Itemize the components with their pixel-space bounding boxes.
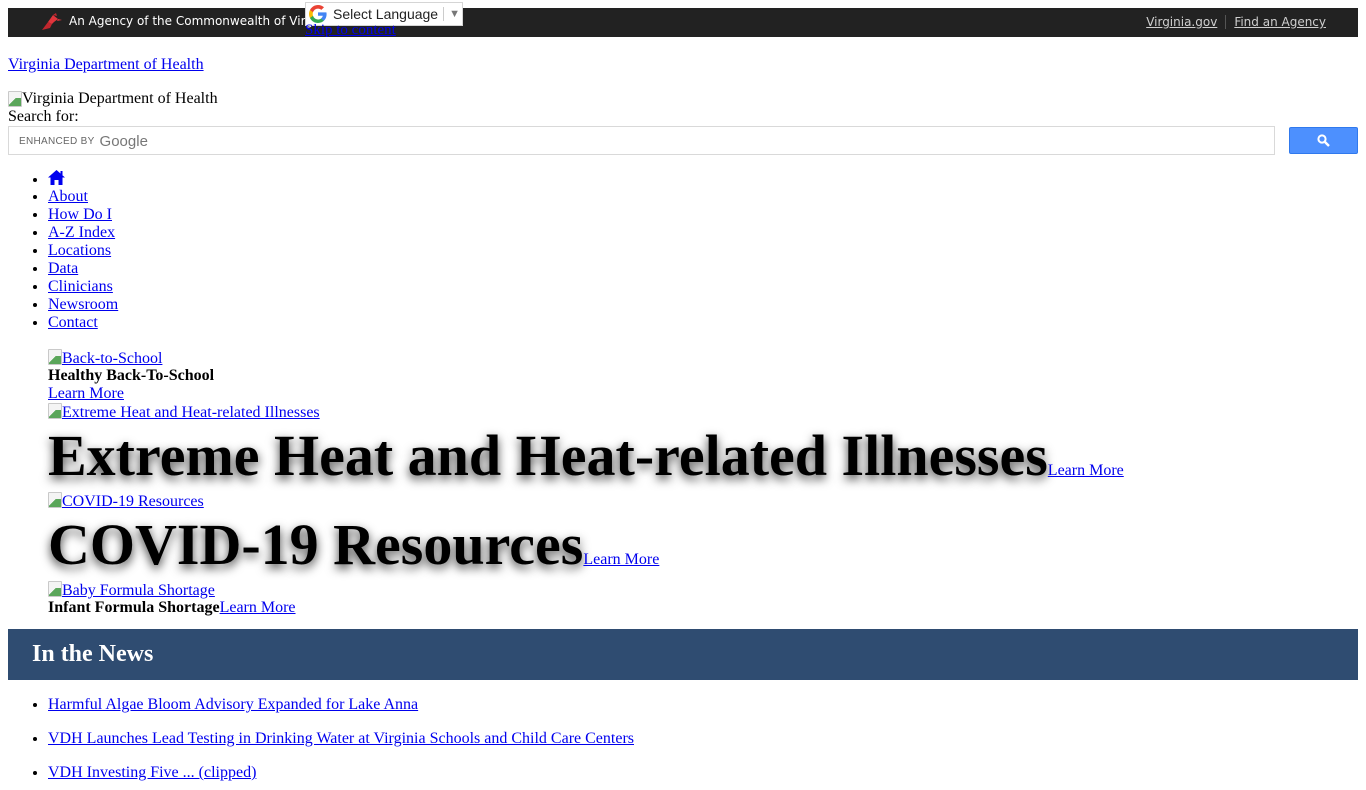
slide-image-link[interactable]: Baby Formula Shortage	[48, 581, 1348, 599]
nav-item-how-do-i: How Do I	[48, 206, 118, 224]
feature-carousel: Back-to-School Healthy Back-To-School Le…	[48, 349, 1348, 617]
google-wordmark: Google	[99, 133, 148, 150]
nav-item-data: Data	[48, 260, 118, 278]
nav-item-contact: Contact	[48, 314, 118, 332]
find-agency-link[interactable]: Find an Agency	[1234, 15, 1326, 29]
news-heading: In the News	[32, 641, 154, 667]
nav-link-locations[interactable]: Locations	[48, 242, 111, 259]
agency-links: Virginia.gov Find an Agency	[1146, 15, 1326, 29]
search-icon	[1317, 134, 1330, 147]
slide-title: Extreme Heat and Heat-related Illnesses	[48, 423, 1048, 488]
nav-item-locations: Locations	[48, 242, 118, 260]
nav-link-a-z-index[interactable]: A-Z Index	[48, 224, 115, 241]
nav-link-how-do-i[interactable]: How Do I	[48, 206, 112, 223]
slide-title: Infant Formula Shortage	[48, 599, 220, 616]
agency-bar: An Agency of the Commonwealth of Virgini…	[8, 8, 1358, 37]
slide-image-alt: COVID-19 Resources	[62, 493, 204, 510]
news-list: Harmful Algae Bloom Advisory Expanded fo…	[8, 688, 634, 790]
nav-link-contact[interactable]: Contact	[48, 314, 98, 331]
slide-image-alt: Baby Formula Shortage	[62, 582, 215, 599]
slide-title: COVID-19 Resources	[48, 512, 584, 577]
logo-alt-text: Virginia Department of Health	[22, 90, 218, 107]
slide-title: Healthy Back-To-School	[48, 367, 215, 384]
news-item: Harmful Algae Bloom Advisory Expanded fo…	[48, 688, 634, 722]
broken-image-icon	[48, 403, 62, 419]
slide: Baby Formula Shortage Infant Formula Sho…	[48, 581, 1348, 617]
link-divider	[1225, 15, 1227, 29]
skip-to-content-link[interactable]: Skip to content	[305, 22, 396, 39]
google-g-icon	[309, 5, 327, 23]
search-input[interactable]: ENHANCED BY Google	[8, 126, 1275, 155]
broken-image-icon	[8, 91, 22, 107]
broken-image-icon	[48, 492, 62, 508]
select-divider	[443, 7, 445, 21]
learn-more-link[interactable]: Learn More	[583, 551, 659, 568]
slide-row: Infant Formula ShortageLearn More	[48, 599, 1348, 617]
site-logo[interactable]: Virginia Department of Health	[8, 90, 218, 108]
nav-item-about: About	[48, 188, 118, 206]
slide-image-alt: Extreme Heat and Heat-related Illnesses	[62, 404, 320, 421]
learn-more-link[interactable]: Learn More	[220, 599, 296, 616]
news-link[interactable]: Harmful Algae Bloom Advisory Expanded fo…	[48, 696, 418, 713]
main-nav: About How Do I A-Z Index Locations Data …	[8, 170, 118, 332]
slide-image-link[interactable]: Back-to-School	[48, 349, 1348, 367]
news-link[interactable]: VDH Launches Lead Testing in Drinking Wa…	[48, 730, 634, 747]
nav-link-about[interactable]: About	[48, 188, 88, 205]
site-home-link[interactable]: Virginia Department of Health	[8, 56, 204, 74]
search-label: Search for:	[8, 108, 79, 125]
learn-more-link[interactable]: Learn More	[48, 385, 124, 402]
nav-item-newsroom: Newsroom	[48, 296, 118, 314]
slide: Back-to-School Healthy Back-To-School Le…	[48, 349, 1348, 403]
nav-link-newsroom[interactable]: Newsroom	[48, 296, 118, 313]
slide-image-alt: Back-to-School	[62, 350, 163, 367]
virginia-gov-link[interactable]: Virginia.gov	[1146, 15, 1217, 29]
enhanced-by-text: ENHANCED BY	[19, 136, 95, 147]
caret-down-icon: ▼	[449, 8, 460, 20]
news-link[interactable]: VDH Investing Five ... (clipped)	[48, 764, 256, 781]
learn-more-link[interactable]: Learn More	[1048, 462, 1124, 479]
home-link[interactable]	[48, 170, 65, 188]
home-icon	[48, 170, 65, 185]
cardinal-icon	[42, 13, 62, 30]
news-item: VDH Launches Lead Testing in Drinking Wa…	[48, 722, 634, 756]
nav-item-clinicians: Clinicians	[48, 278, 118, 296]
news-item: VDH Investing Five ... (clipped)	[48, 756, 634, 790]
broken-image-icon	[48, 581, 62, 597]
slide: Extreme Heat and Heat-related Illnesses …	[48, 403, 1348, 490]
news-section-header: In the News	[8, 629, 1358, 680]
slide: COVID-19 Resources COVID-19 ResourcesLea…	[48, 492, 1348, 579]
slide-row: Extreme Heat and Heat-related IllnessesL…	[48, 421, 1348, 490]
broken-image-icon	[48, 349, 62, 365]
slide-image-link[interactable]: Extreme Heat and Heat-related Illnesses	[48, 403, 1348, 421]
nav-item-a-z-index: A-Z Index	[48, 224, 118, 242]
slide-image-link[interactable]: COVID-19 Resources	[48, 492, 1348, 510]
nav-link-data[interactable]: Data	[48, 260, 78, 277]
nav-item-home	[48, 170, 118, 188]
slide-row: COVID-19 ResourcesLearn More	[48, 510, 1348, 579]
search-watermark: ENHANCED BY Google	[19, 133, 148, 150]
search-button[interactable]	[1289, 127, 1358, 154]
nav-link-clinicians[interactable]: Clinicians	[48, 278, 113, 295]
language-select-label: Select Language	[333, 6, 439, 22]
agency-text: An Agency of the Commonwealth of Virgini…	[69, 14, 335, 28]
